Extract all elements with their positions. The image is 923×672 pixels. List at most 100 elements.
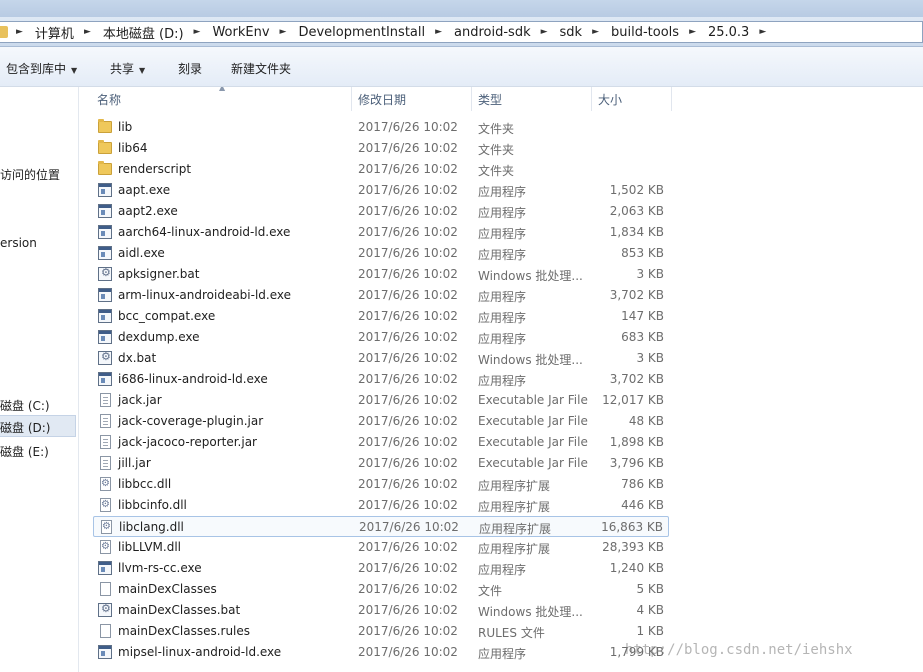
table-row[interactable]: jack-jacoco-reporter.jar 2017/6/26 10:02 E…: [93, 432, 669, 453]
file-type: 应用程序: [478, 248, 527, 262]
file-name: mainDexClasses.bat: [118, 603, 241, 617]
table-row[interactable]: libclang.dll 2017/6/26 10:02 应用程序扩展 16,863 …: [93, 516, 669, 537]
breadcrumb-separator-icon[interactable]: ►: [427, 27, 452, 37]
table-row[interactable]: bcc_compat.exe 2017/6/26 10:02 应用程序 147 KB: [93, 306, 669, 327]
dll-icon: [100, 498, 111, 512]
new-folder-button[interactable]: 新建文件夹: [231, 60, 291, 77]
column-divider[interactable]: [591, 87, 592, 111]
file-size: 1,240 KB: [609, 561, 664, 575]
file-name: aapt2.exe: [118, 204, 178, 218]
file-size: 28,393 KB: [602, 540, 664, 554]
file-name: jack.jar: [118, 393, 162, 407]
breadcrumb-separator-icon[interactable]: ►: [681, 27, 706, 37]
dll-icon: [100, 540, 111, 554]
breadcrumb-separator-icon[interactable]: ►: [76, 27, 101, 37]
nav-item-drive-c[interactable]: 磁盘 (C:): [0, 397, 50, 414]
file-name: lib: [118, 120, 133, 134]
column-header-name[interactable]: 名称: [97, 91, 121, 108]
table-row[interactable]: mainDexClasses.rules 2017/6/26 10:02 RULES…: [93, 621, 669, 642]
table-row[interactable]: jill.jar 2017/6/26 10:02 Executable Jar Fi…: [93, 453, 669, 474]
file-size: 48 KB: [628, 414, 664, 428]
file-date: 2017/6/26 10:02: [358, 267, 458, 281]
nav-item-recent-places[interactable]: 访问的位置: [0, 166, 60, 183]
table-row[interactable]: jack-coverage-plugin.jar 2017/6/26 10:02 E…: [93, 411, 669, 432]
table-row[interactable]: dx.bat 2017/6/26 10:02 Windows 批处理... 3 KB: [93, 348, 669, 369]
jar-icon: [100, 456, 111, 470]
file-type: 文件夹: [478, 122, 515, 136]
file-name: libclang.dll: [119, 520, 184, 534]
table-row[interactable]: libbcc.dll 2017/6/26 10:02 应用程序扩展 786 KB: [93, 474, 669, 495]
dll-icon: [100, 477, 111, 491]
file-size: 147 KB: [621, 309, 664, 323]
table-row[interactable]: aapt.exe 2017/6/26 10:02 应用程序 1,502 KB: [93, 180, 669, 201]
file-type: 文件夹: [478, 143, 515, 157]
breadcrumb-separator-icon[interactable]: ►: [584, 27, 609, 37]
table-row[interactable]: libbcinfo.dll 2017/6/26 10:02 应用程序扩展 446 KB: [93, 495, 669, 516]
breadcrumb-separator-icon[interactable]: ►: [751, 27, 776, 37]
file-size: 1 KB: [636, 624, 664, 638]
file-date: 2017/6/26 10:02: [358, 582, 458, 596]
exe-icon: [98, 246, 112, 260]
include-in-library-button[interactable]: 包含到库中 ▼: [6, 60, 77, 77]
column-divider[interactable]: [351, 87, 352, 111]
column-divider[interactable]: [471, 87, 472, 111]
file-date: 2017/6/26 10:02: [358, 330, 458, 344]
table-row[interactable]: mainDexClasses 2017/6/26 10:02 文件 5 KB: [93, 579, 669, 600]
breadcrumb-item[interactable]: android-sdk: [452, 25, 533, 40]
burn-button[interactable]: 刻录: [178, 60, 202, 77]
column-header-size[interactable]: 大小: [598, 91, 622, 108]
table-row[interactable]: lib64 2017/6/26 10:02 文件夹: [93, 138, 669, 159]
table-row[interactable]: i686-linux-android-ld.exe 2017/6/26 10:02…: [93, 369, 669, 390]
table-row[interactable]: dexdump.exe 2017/6/26 10:02 应用程序 683 KB: [93, 327, 669, 348]
breadcrumb-item[interactable]: 本地磁盘 (D:): [101, 23, 186, 42]
table-row[interactable]: aapt2.exe 2017/6/26 10:02 应用程序 2,063 KB: [93, 201, 669, 222]
file-size: 2,063 KB: [609, 204, 664, 218]
nav-item-version[interactable]: ersion: [0, 236, 37, 250]
breadcrumb-item[interactable]: WorkEnv: [210, 25, 271, 40]
file-type: 应用程序: [478, 311, 527, 325]
file-size: 1,834 KB: [609, 225, 664, 239]
table-row[interactable]: jack.jar 2017/6/26 10:02 Executable Jar Fi…: [93, 390, 669, 411]
chevron-down-icon: ▼: [71, 66, 78, 75]
file-name: aarch64-linux-android-ld.exe: [118, 225, 291, 239]
breadcrumb-separator-icon[interactable]: ►: [272, 27, 297, 37]
file-list[interactable]: ▲ 名称 修改日期 类型 大小 lib 2017/6/26 10:02 文件夹 lib…: [79, 87, 923, 672]
file-size: 16,863 KB: [601, 520, 663, 534]
breadcrumb[interactable]: ► 计算机 ► 本地磁盘 (D:) ► WorkEnv ► Developmen…: [0, 21, 923, 43]
file-date: 2017/6/26 10:02: [358, 162, 458, 176]
table-row[interactable]: llvm-rs-cc.exe 2017/6/26 10:02 应用程序 1,240 K…: [93, 558, 669, 579]
breadcrumb-item[interactable]: sdk: [558, 25, 585, 40]
exe-icon: [98, 204, 112, 218]
column-header-date[interactable]: 修改日期: [358, 91, 406, 108]
column-header-type[interactable]: 类型: [478, 91, 502, 108]
breadcrumb-separator-icon[interactable]: ►: [533, 27, 558, 37]
table-row[interactable]: aidl.exe 2017/6/26 10:02 应用程序 853 KB: [93, 243, 669, 264]
navigation-pane[interactable]: 访问的位置 ersion 磁盘 (C:) 磁盘 (D:) 磁盘 (E:): [0, 87, 79, 672]
breadcrumb-separator-icon[interactable]: ►: [8, 27, 33, 37]
table-row[interactable]: aarch64-linux-android-ld.exe 2017/6/26 10…: [93, 222, 669, 243]
table-row[interactable]: libLLVM.dll 2017/6/26 10:02 应用程序扩展 28,393 K…: [93, 537, 669, 558]
table-row[interactable]: mipsel-linux-android-ld.exe 2017/6/26 10:…: [93, 642, 669, 663]
table-row[interactable]: mainDexClasses.bat 2017/6/26 10:02 Windows…: [93, 600, 669, 621]
file-date: 2017/6/26 10:02: [358, 309, 458, 323]
breadcrumb-separator-icon[interactable]: ►: [186, 27, 211, 37]
breadcrumb-item[interactable]: 计算机: [33, 23, 76, 42]
table-row[interactable]: arm-linux-androideabi-ld.exe 2017/6/26 10…: [93, 285, 669, 306]
table-row[interactable]: lib 2017/6/26 10:02 文件夹: [93, 117, 669, 138]
breadcrumb-item[interactable]: build-tools: [609, 25, 681, 40]
nav-item-drive-d[interactable]: 磁盘 (D:): [0, 415, 76, 437]
breadcrumb-item[interactable]: DevelopmentInstall: [296, 25, 427, 40]
table-row[interactable]: apksigner.bat 2017/6/26 10:02 Windows 批处理.…: [93, 264, 669, 285]
nav-item-drive-e[interactable]: 磁盘 (E:): [0, 443, 49, 460]
file-type: 应用程序: [478, 185, 527, 199]
column-divider[interactable]: [671, 87, 672, 111]
file-date: 2017/6/26 10:02: [358, 351, 458, 365]
file-size: 1,898 KB: [609, 435, 664, 449]
jar-icon: [100, 393, 111, 407]
file-type: 文件夹: [478, 164, 515, 178]
file-type: 应用程序扩展: [478, 479, 551, 493]
file-size: 4 KB: [636, 603, 664, 617]
share-button[interactable]: 共享 ▼: [110, 60, 145, 77]
table-row[interactable]: renderscript 2017/6/26 10:02 文件夹: [93, 159, 669, 180]
breadcrumb-item[interactable]: 25.0.3: [706, 25, 751, 40]
